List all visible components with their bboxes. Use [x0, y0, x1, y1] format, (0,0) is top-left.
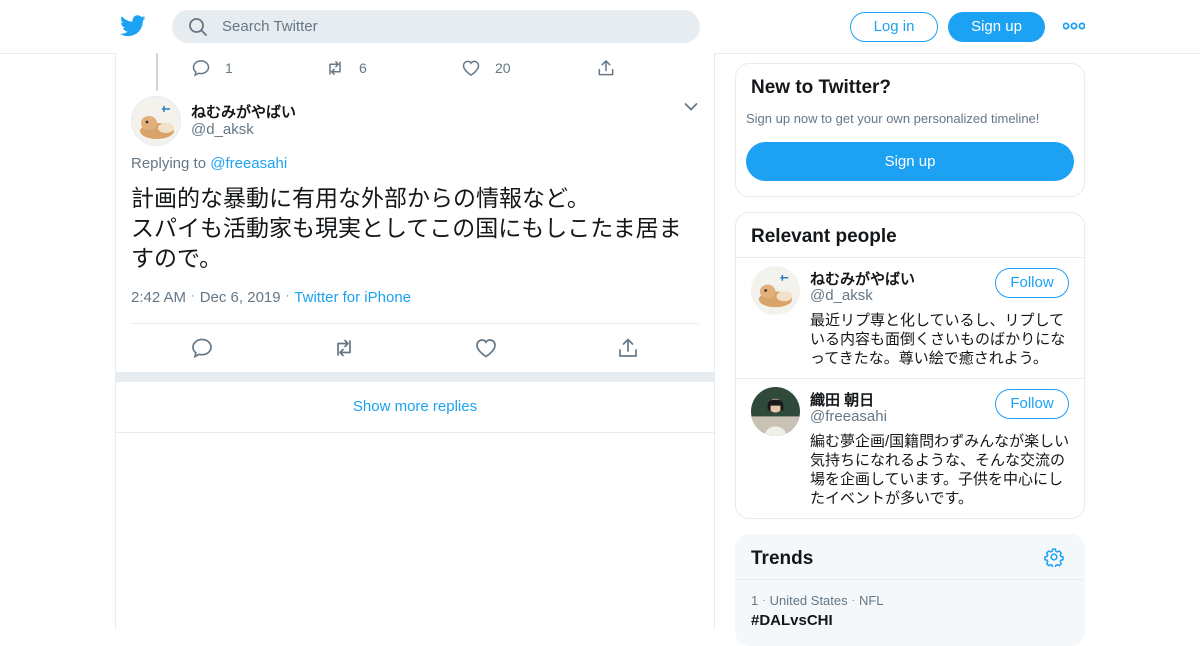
search-icon: [189, 18, 207, 36]
reply-icon: [192, 60, 210, 77]
person-handle[interactable]: @freeasahi: [810, 408, 887, 425]
main-column: 1 6 20 ねむみがやばい @d_aksk Replying to @free…: [115, 53, 715, 630]
twitter-bird-icon[interactable]: [120, 14, 146, 38]
share-icon: [598, 60, 614, 76]
tweet-time[interactable]: 2:42 AM: [131, 289, 186, 306]
tweet-text-line: 計画的な暴動に有用な外部からの情報など。: [131, 185, 590, 211]
show-more-replies-button[interactable]: Show more replies: [116, 382, 714, 433]
separator-dot: ·: [191, 290, 195, 302]
tweet-date[interactable]: Dec 6, 2019: [200, 289, 281, 306]
person-name[interactable]: ねむみがやばい: [810, 268, 915, 289]
divider: [131, 323, 699, 324]
signup-button[interactable]: Sign up: [948, 12, 1045, 42]
login-button[interactable]: Log in: [850, 12, 938, 42]
trend-category: NFL: [858, 593, 884, 608]
trends-title: Trends: [751, 548, 814, 569]
like-count: 20: [495, 60, 511, 76]
previous-tweet-actions: 1 6 20: [116, 57, 714, 79]
retweet-icon[interactable]: [332, 336, 356, 360]
person-item[interactable]: ねむみがやばい @d_aksk Follow 最近リプ専と化しているし、リプして…: [736, 258, 1084, 378]
tweet-author-name[interactable]: ねむみがやばい: [191, 101, 296, 122]
more-dots-icon[interactable]: [1063, 22, 1085, 30]
separator-dot: ·: [762, 595, 766, 606]
follow-button[interactable]: Follow: [995, 389, 1069, 419]
relevant-people-card: Relevant people ねむみがやばい @d_aksk Follow 最…: [735, 212, 1085, 519]
replying-to-handle-link[interactable]: @freeasahi: [210, 155, 287, 172]
retweet-action[interactable]: 6: [325, 57, 367, 79]
separator-dot: ·: [851, 595, 855, 606]
retweet-icon: [329, 61, 341, 75]
replying-to-prefix: Replying to: [131, 155, 211, 172]
sidebar-signup-button[interactable]: Sign up: [746, 142, 1074, 181]
reply-count: 1: [225, 60, 233, 76]
avatar-image: [751, 266, 800, 315]
new-to-twitter-title: New to Twitter?: [751, 77, 892, 98]
avatar-image: [751, 387, 800, 436]
tweet-text: 計画的な暴動に有用な外部からの情報など。 スパイも活動家も現実としてこの国にもし…: [131, 183, 691, 273]
divider: [736, 579, 1084, 580]
tweet-source-link[interactable]: Twitter for iPhone: [294, 289, 411, 306]
new-to-twitter-card: New to Twitter? Sign up now to get your …: [735, 63, 1085, 197]
replying-to-line: Replying to @freeasahi: [131, 155, 287, 172]
search-input[interactable]: [222, 10, 682, 43]
avatar[interactable]: [751, 387, 800, 436]
trend-hashtag-link[interactable]: #DALvsCHI: [751, 612, 833, 629]
heart-icon: [462, 60, 480, 76]
heart-icon[interactable]: [474, 336, 498, 360]
avatar[interactable]: [131, 96, 181, 146]
retweet-count: 6: [359, 60, 367, 76]
tweet-text-line: スパイも活動家も現実としてこの国にもしこたま居ますので。: [131, 215, 682, 271]
chevron-down-icon[interactable]: [684, 102, 698, 112]
person-item[interactable]: 織田 朝日 @freeasahi Follow 編む夢企画/国籍問わずみんなが楽…: [736, 379, 1084, 518]
reply-action[interactable]: 1: [191, 57, 233, 79]
trend-meta: 1 · United States · NFL: [751, 593, 884, 608]
tweet-author-handle[interactable]: @d_aksk: [191, 121, 254, 138]
person-bio: 編む夢企画/国籍問わずみんなが楽しい気持ちになれるような、そんな交流の場を企画し…: [810, 433, 1070, 507]
relevant-people-title: Relevant people: [751, 226, 897, 247]
new-to-twitter-subtitle: Sign up now to get your own personalized…: [746, 111, 1040, 126]
reply-icon[interactable]: [190, 336, 214, 360]
tweet-meta: 2:42 AM · Dec 6, 2019 · Twitter for iPhone: [131, 289, 411, 306]
top-bar: Log in Sign up: [0, 0, 1200, 54]
separator-dot: ·: [285, 290, 290, 302]
tweet-actions: [116, 336, 714, 360]
trends-card: Trends 1 · United States · NFL #DALvsCHI: [735, 534, 1085, 646]
share-action[interactable]: [596, 57, 630, 79]
search-bar[interactable]: [172, 10, 700, 43]
avatar[interactable]: [751, 266, 800, 315]
section-separator: [116, 372, 714, 382]
person-bio: 最近リプ専と化しているし、リプしている内容も面倒くさいものばかりになってきたな。…: [810, 312, 1066, 367]
follow-button[interactable]: Follow: [995, 268, 1069, 298]
gear-icon[interactable]: [1044, 547, 1064, 567]
share-icon[interactable]: [616, 336, 640, 360]
trend-location: United States: [769, 593, 848, 608]
person-handle[interactable]: @d_aksk: [810, 287, 873, 304]
person-name[interactable]: 織田 朝日: [810, 389, 874, 410]
like-action[interactable]: 20: [461, 57, 511, 79]
avatar-image: [132, 97, 180, 145]
